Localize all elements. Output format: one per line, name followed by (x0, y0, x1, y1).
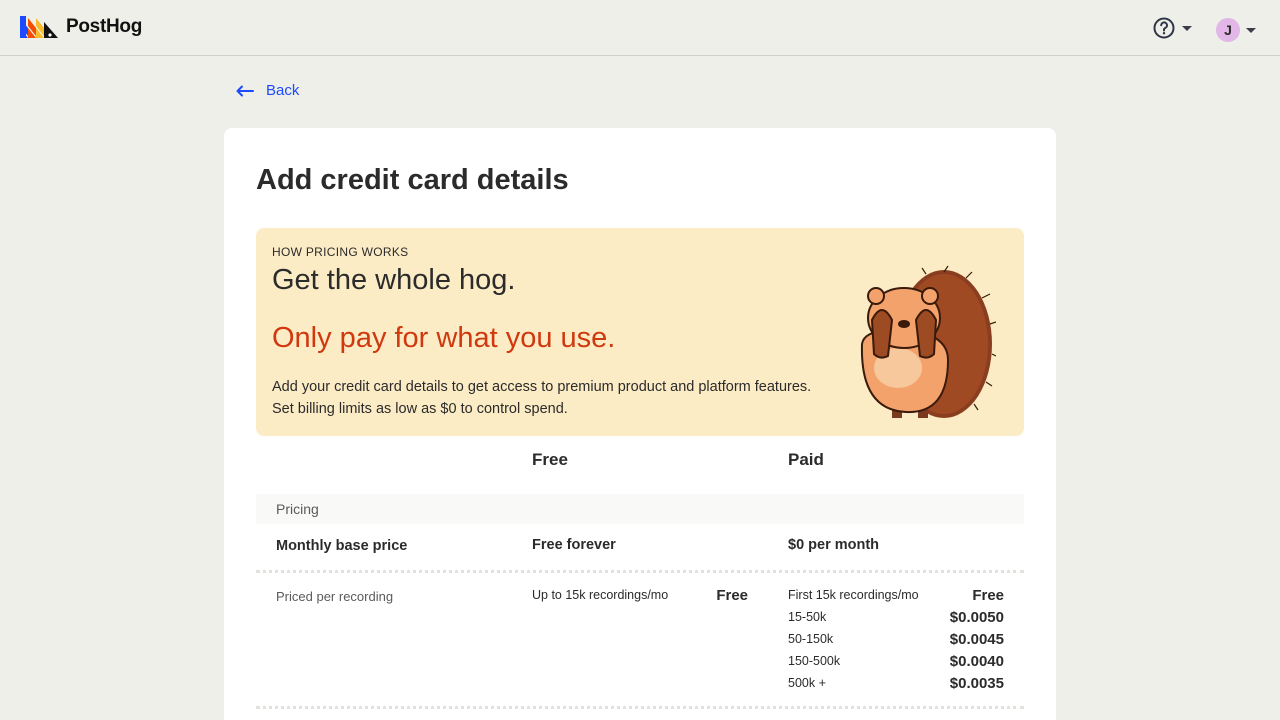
chevron-down-icon (1246, 27, 1256, 33)
base-price-free: Free forever (532, 537, 616, 553)
tier-label: 15-50k (788, 610, 827, 624)
banner-eyebrow: HOW PRICING WORKS (272, 245, 409, 259)
arrow-left-icon (236, 85, 254, 96)
tier-label: 500k + (788, 676, 826, 690)
banner-description: Add your credit card details to get acce… (272, 379, 812, 417)
banner-subheadline: Only pay for what you use. (272, 322, 616, 354)
free-recording-price: Free (716, 587, 748, 604)
row-label-recording: Priced per recording (276, 589, 394, 604)
column-header-free: Free (532, 450, 568, 469)
help-menu-button[interactable] (1152, 16, 1192, 40)
avatar: J (1216, 18, 1240, 42)
row-divider (256, 570, 1024, 573)
posthog-logo[interactable]: PostHog (20, 16, 142, 38)
billing-card: Add credit card details HOW PRICING WORK… (224, 128, 1056, 720)
tier-price: $0.0035 (949, 675, 1004, 692)
chevron-down-icon (1182, 25, 1192, 31)
back-link-label: Back (266, 82, 300, 99)
section-label: Pricing (276, 501, 319, 517)
column-header-paid: Paid (788, 450, 824, 469)
logo-text: PostHog (66, 16, 143, 37)
tier-price: Free (972, 587, 1004, 604)
section-row-pricing: Pricing (256, 494, 1024, 524)
user-menu-button[interactable]: J (1216, 18, 1256, 42)
posthog-logo-icon (20, 16, 58, 38)
tier-price: $0.0050 (949, 609, 1004, 626)
tier-label: 150-500k (788, 654, 841, 668)
tier-price: $0.0040 (949, 653, 1004, 670)
banner-headline: Get the whole hog. (272, 264, 516, 296)
row-divider (256, 706, 1024, 709)
help-circle-icon (1153, 17, 1175, 39)
hedgehog-illustration-icon (860, 265, 996, 418)
tier-price: $0.0045 (949, 631, 1004, 648)
back-link[interactable]: Back (236, 82, 299, 99)
page-title: Add credit card details (256, 164, 569, 196)
row-label-base-price: Monthly base price (276, 538, 408, 554)
tier-label: 50-150k (788, 632, 834, 646)
base-price-paid: $0 per month (788, 537, 880, 553)
pricing-banner: HOW PRICING WORKS Get the whole hog. Onl… (256, 228, 1024, 436)
top-bar: PostHog J (0, 0, 1280, 56)
tier-label: First 15k recordings/mo (788, 588, 919, 602)
